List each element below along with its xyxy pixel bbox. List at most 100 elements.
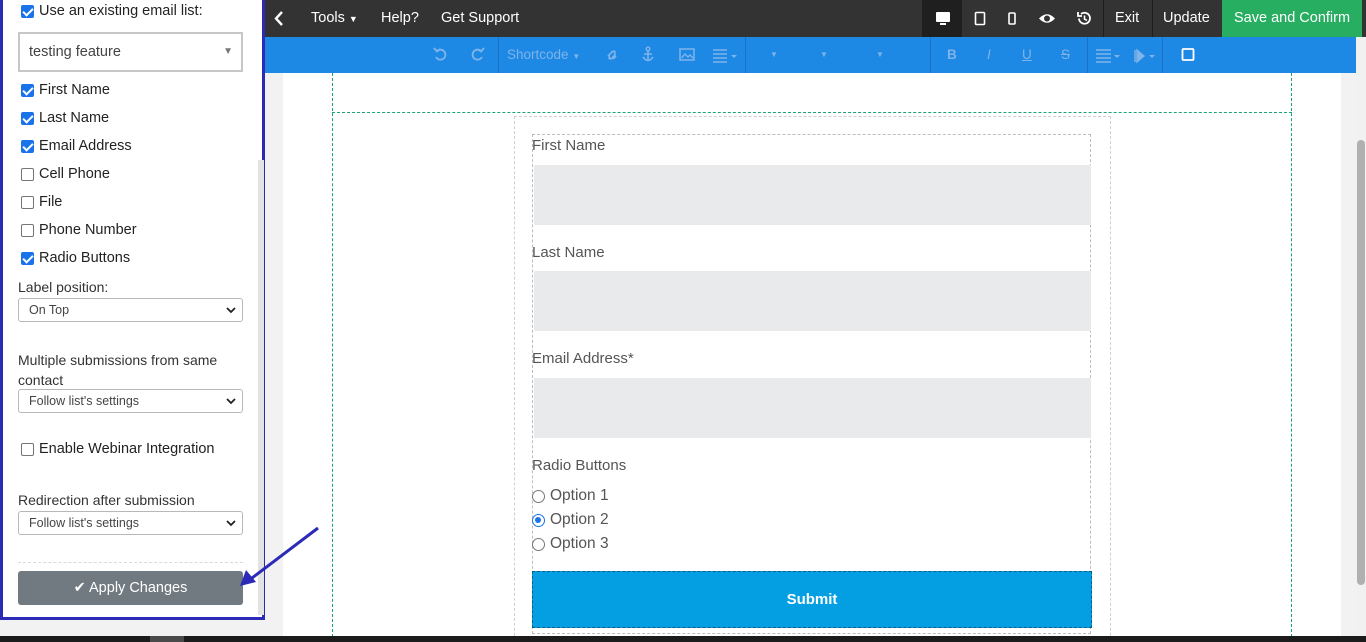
tablet-view-icon[interactable] bbox=[968, 0, 992, 37]
top-toolbar: Tools ▼ Help? Get Support Exit Update Sa… bbox=[265, 0, 1366, 37]
field-checkbox-row[interactable]: Last Name bbox=[21, 110, 109, 126]
underline-icon[interactable]: U bbox=[1022, 37, 1032, 73]
last-name-input[interactable] bbox=[534, 271, 1091, 331]
checkmark-icon: ✔ bbox=[73, 580, 86, 596]
field-checkbox[interactable] bbox=[21, 111, 34, 125]
bottom-strip-block bbox=[150, 636, 184, 642]
undo-icon[interactable] bbox=[430, 37, 450, 73]
label-position-select[interactable]: On Top bbox=[18, 298, 243, 322]
anchor-icon[interactable] bbox=[639, 37, 657, 73]
desktop-view-icon[interactable] bbox=[923, 0, 962, 37]
last-name-label: Last Name bbox=[532, 244, 605, 261]
radio-option-2[interactable]: Option 2 bbox=[532, 511, 609, 529]
field-checkbox-row[interactable]: File bbox=[21, 194, 62, 210]
divider bbox=[1162, 37, 1163, 73]
email-input[interactable] bbox=[534, 378, 1091, 438]
email-list-select[interactable]: testing feature ▼ bbox=[18, 32, 243, 72]
field-checkbox[interactable] bbox=[21, 195, 34, 209]
radio-circle-selected[interactable] bbox=[532, 513, 545, 527]
field-checkbox-row[interactable]: Email Address bbox=[21, 138, 132, 154]
mobile-view-icon[interactable] bbox=[1002, 0, 1022, 37]
tools-menu[interactable]: Tools ▼ bbox=[311, 0, 358, 37]
get-support-link[interactable]: Get Support bbox=[441, 0, 519, 37]
help-link[interactable]: Help? bbox=[381, 0, 419, 37]
field-checkbox[interactable] bbox=[21, 83, 34, 97]
font-family-dropdown[interactable]: ▼ bbox=[770, 37, 778, 73]
radio-circle[interactable] bbox=[532, 537, 545, 551]
webinar-checkbox[interactable] bbox=[21, 442, 34, 456]
field-checkbox-label: Phone Number bbox=[39, 222, 137, 238]
fullscreen-icon[interactable] bbox=[1180, 37, 1196, 73]
image-icon[interactable] bbox=[677, 37, 697, 73]
divider bbox=[1152, 0, 1153, 37]
italic-icon[interactable]: I bbox=[987, 37, 991, 73]
editor-toolbar: Shortcode ▼ ▼ ▼ ▼ B I U S bbox=[265, 37, 1358, 73]
multiple-submissions-value: Follow list's settings bbox=[29, 394, 140, 408]
field-checkbox[interactable] bbox=[21, 139, 34, 153]
use-existing-list-checkbox[interactable] bbox=[21, 4, 34, 18]
apply-changes-button[interactable]: ✔ Apply Changes bbox=[18, 571, 243, 605]
first-name-input[interactable] bbox=[534, 165, 1091, 225]
shortcode-label: Shortcode bbox=[507, 47, 569, 62]
redirection-title: Redirection after submission bbox=[18, 492, 195, 508]
back-chevron-icon[interactable] bbox=[273, 0, 285, 37]
submit-button[interactable]: Submit bbox=[532, 571, 1092, 628]
page-scrollbar-thumb[interactable] bbox=[1357, 140, 1365, 585]
radio-option-label: Option 2 bbox=[550, 511, 609, 528]
line-height-dropdown[interactable]: ▼ bbox=[876, 37, 884, 73]
caret-down-icon: ▼ bbox=[572, 52, 581, 61]
radio-circle[interactable] bbox=[532, 489, 545, 503]
field-checkbox[interactable] bbox=[21, 167, 34, 181]
radio-option-1[interactable]: Option 1 bbox=[532, 487, 609, 505]
preview-eye-icon[interactable] bbox=[1035, 0, 1059, 37]
caret-down-icon: ▼ bbox=[223, 46, 233, 57]
section-divider bbox=[332, 112, 1292, 113]
bold-icon[interactable]: B bbox=[947, 37, 957, 73]
field-checkbox-label: File bbox=[39, 194, 63, 210]
text-direction-icon[interactable] bbox=[1133, 37, 1159, 73]
field-checkbox-row[interactable]: Cell Phone bbox=[21, 166, 110, 182]
bottom-strip bbox=[0, 636, 1366, 642]
chevron-down-icon bbox=[226, 299, 236, 328]
paragraph-align-icon[interactable] bbox=[1095, 37, 1123, 73]
divider bbox=[1087, 37, 1088, 73]
chevron-down-icon bbox=[226, 512, 236, 541]
page: Tools ▼ Help? Get Support Exit Update Sa… bbox=[0, 0, 1366, 642]
radio-buttons-label: Radio Buttons bbox=[532, 457, 627, 474]
multiple-submissions-select[interactable]: Follow list's settings bbox=[18, 389, 243, 413]
use-existing-list-checkbox-row[interactable]: Use an existing email list: bbox=[21, 3, 203, 19]
panel-divider bbox=[18, 562, 243, 563]
radio-option-label: Option 3 bbox=[550, 535, 609, 552]
field-checkbox-row[interactable]: Phone Number bbox=[21, 222, 137, 238]
multiple-submissions-title: Multiple submissions from same contact bbox=[18, 352, 218, 388]
field-checkbox-label: Email Address bbox=[39, 138, 132, 154]
field-checkbox-row[interactable]: Radio Buttons bbox=[21, 250, 130, 266]
font-size-dropdown[interactable]: ▼ bbox=[820, 37, 828, 73]
field-checkbox[interactable] bbox=[21, 223, 34, 237]
shortcode-dropdown[interactable]: Shortcode ▼ bbox=[507, 37, 580, 73]
editor-canvas: First Name Last Name Email Address* Radi… bbox=[283, 73, 1341, 642]
link-icon[interactable] bbox=[603, 37, 621, 73]
save-and-confirm-button[interactable]: Save and Confirm bbox=[1222, 0, 1363, 37]
chevron-down-icon bbox=[226, 390, 236, 419]
label-position-value: On Top bbox=[29, 303, 70, 317]
field-checkbox[interactable] bbox=[21, 251, 34, 265]
strikethrough-icon[interactable]: S bbox=[1061, 37, 1070, 73]
form-settings-panel: Use an existing email list: testing feat… bbox=[0, 0, 265, 620]
exit-button[interactable]: Exit bbox=[1115, 0, 1139, 37]
history-icon[interactable] bbox=[1073, 0, 1095, 37]
update-button[interactable]: Update bbox=[1163, 0, 1210, 37]
field-checkbox-row[interactable]: First Name bbox=[21, 82, 110, 98]
redo-icon[interactable] bbox=[468, 37, 488, 73]
webinar-checkbox-row[interactable]: Enable Webinar Integration bbox=[21, 441, 214, 457]
field-checkbox-label: Last Name bbox=[39, 110, 110, 126]
radio-option-3[interactable]: Option 3 bbox=[532, 535, 609, 553]
field-checkbox-label: First Name bbox=[39, 82, 110, 98]
redirection-select[interactable]: Follow list's settings bbox=[18, 511, 243, 535]
align-dropdown-icon[interactable] bbox=[711, 37, 741, 73]
redirection-value: Follow list's settings bbox=[29, 516, 140, 530]
label-position-title: Label position: bbox=[18, 279, 109, 295]
panel-scrollbar[interactable] bbox=[258, 160, 264, 615]
first-name-label: First Name bbox=[532, 137, 606, 154]
webinar-label: Enable Webinar Integration bbox=[39, 441, 215, 457]
